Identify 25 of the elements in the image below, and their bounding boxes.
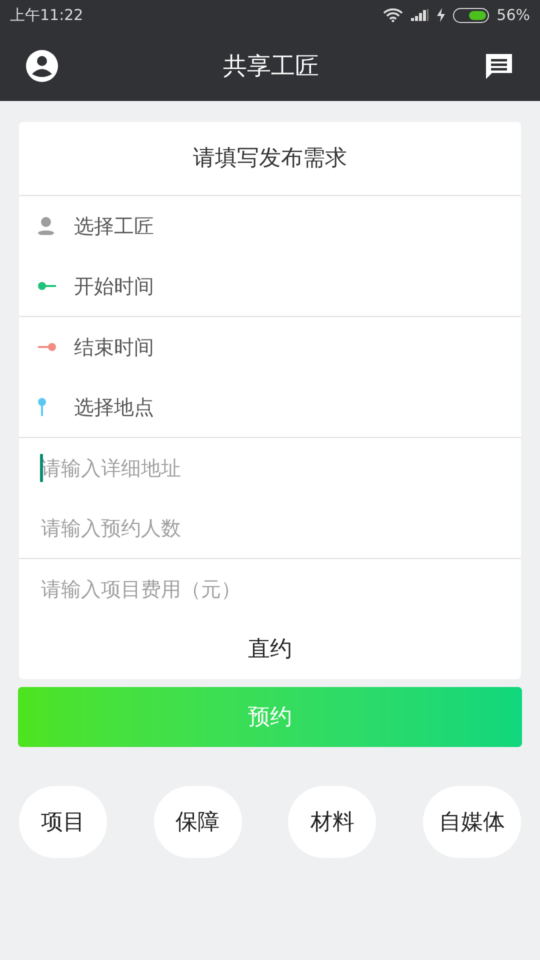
form-title: 请填写发布需求 [193,145,347,173]
battery-icon [452,8,489,22]
app-title: 共享工匠 [223,50,319,82]
shortcut-button[interactable]: 保障 [154,786,242,858]
signal-icon [410,9,429,21]
dot-line-icon [38,282,56,290]
picker-row[interactable]: 选择地点 [19,377,521,437]
profile-icon[interactable] [26,50,58,82]
battery-percent: 56% [496,4,530,26]
picker-row[interactable]: 结束时间 [19,317,521,377]
picker-row[interactable]: 开始时间 [19,256,521,316]
pin-icon [38,398,46,416]
charging-icon [436,8,445,22]
shortcut-button[interactable]: 自媒体 [422,786,521,858]
wifi-icon [382,8,403,22]
person-icon [38,217,54,235]
input-field[interactable]: 请输入详细地址 [41,453,499,483]
line-dot-icon [38,343,56,351]
input-field[interactable]: 请输入项目费用（元） [41,574,499,604]
shortcut-button[interactable]: 项目 [19,786,107,858]
direct-label: 直约 [248,636,292,664]
input-field[interactable]: 请输入预约人数 [41,513,499,543]
shortcut-button[interactable]: 材料 [288,786,376,858]
picker-row[interactable]: 选择工匠 [19,196,521,256]
clock: 上午11:22 [10,4,84,26]
